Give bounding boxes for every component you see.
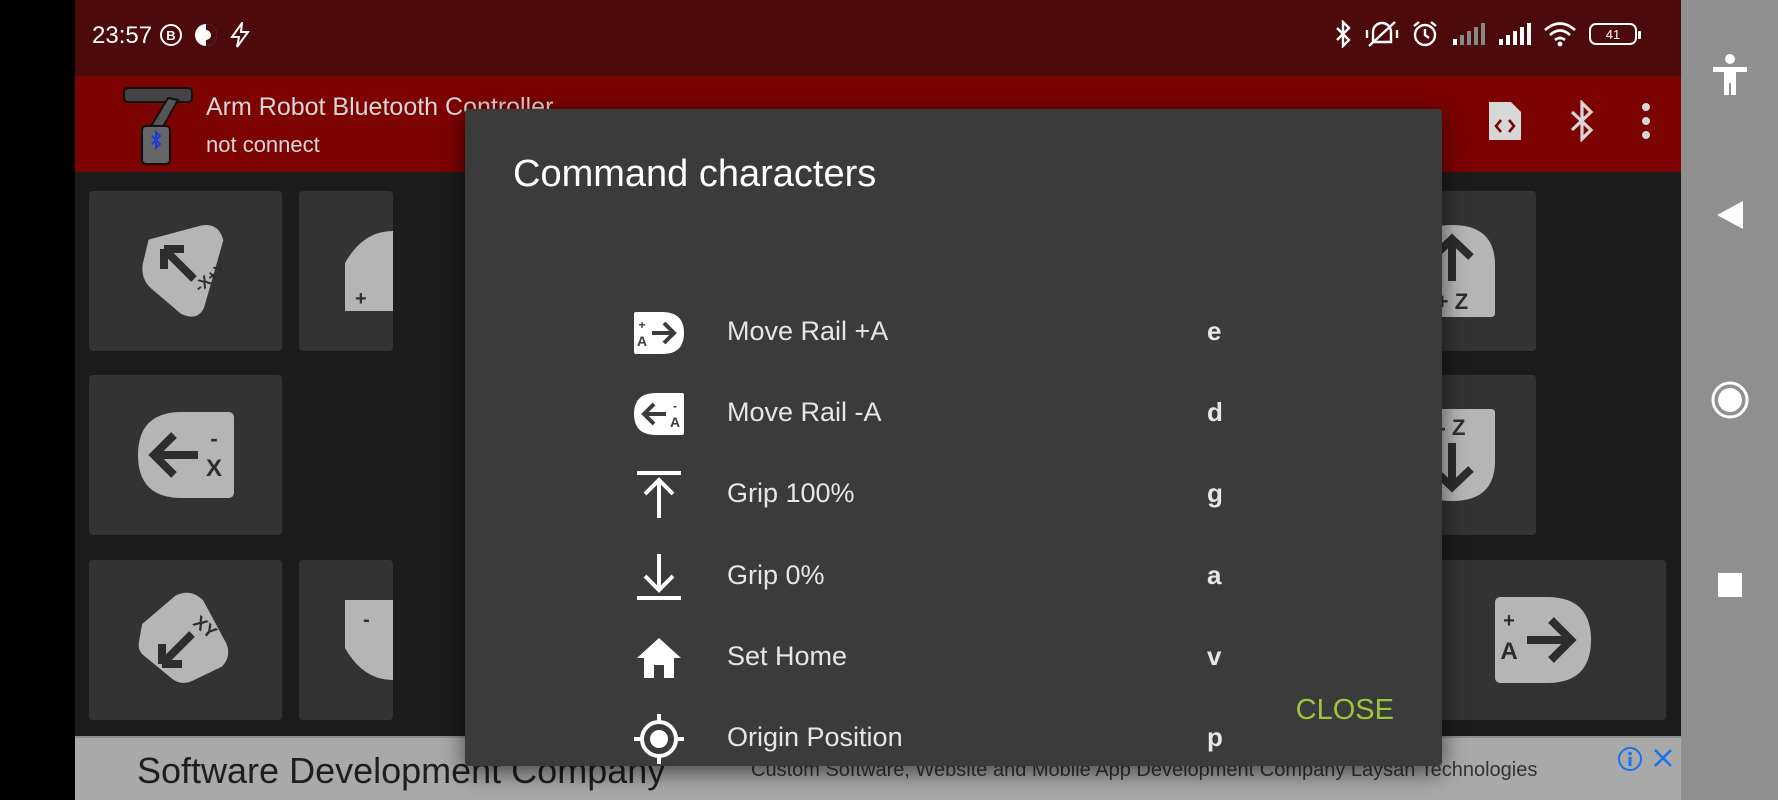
command-row: -A Move Rail -A d [465, 374, 1442, 454]
home-button[interactable] [1681, 365, 1778, 435]
pie-app-icon [195, 24, 217, 46]
partial-minus-label: - [363, 609, 370, 631]
command-char: d [1207, 397, 1223, 427]
arrow-up-icon-partial: + [345, 231, 393, 311]
arrow-down-icon-partial: - [345, 600, 393, 680]
move-up-button-partial[interactable]: + [299, 191, 393, 351]
accessibility-icon [1712, 54, 1747, 95]
svg-text:A: A [637, 333, 647, 349]
command-char: v [1207, 641, 1222, 671]
status-right-icons: 41 [1333, 20, 1641, 48]
grip-open-icon [629, 465, 689, 525]
battery-indicator: 41 [1589, 23, 1641, 45]
overflow-menu-icon[interactable] [1641, 101, 1651, 141]
recents-button[interactable] [1681, 550, 1778, 620]
signal-weak-icon [1453, 23, 1485, 45]
command-char: p [1207, 722, 1223, 752]
svg-text:-: - [673, 399, 677, 413]
arrow-up-left-icon: -X+Y [141, 225, 230, 317]
command-label: Move Rail -A [727, 397, 882, 427]
move-rail-minus-icon: -A [629, 384, 689, 444]
move-down-left-button[interactable]: XY [89, 560, 282, 720]
ad-controls [1617, 746, 1675, 772]
bluetooth-status-icon [1336, 20, 1351, 48]
rail-plus-axis: A [1500, 638, 1517, 665]
command-label: Origin Position [727, 722, 903, 752]
command-char: a [1207, 560, 1222, 590]
back-triangle-icon [1716, 201, 1743, 229]
recents-square-icon [1717, 573, 1742, 597]
app-screen: 23:57 B 41 Arm Robot Bluetooth Controlle… [75, 0, 1681, 800]
app-bar-actions [1487, 100, 1651, 142]
status-left-icons: B [159, 22, 251, 48]
connection-status: not connect [206, 132, 320, 157]
move-rail-plus-a-button[interactable]: + A [1420, 560, 1666, 720]
left-x-sign: - [210, 426, 217, 451]
signal-full-icon [1499, 23, 1531, 45]
command-row: Grip 0% a [465, 537, 1442, 617]
muted-vibrate-icon [1365, 21, 1399, 47]
wifi-icon [1544, 22, 1576, 47]
grip-close-icon [629, 547, 689, 607]
move-left-x-button[interactable]: - X [89, 375, 282, 535]
command-char: e [1207, 316, 1222, 346]
rail-plus-a-icon: + A [1495, 597, 1591, 683]
command-label: Grip 100% [727, 478, 855, 508]
home-icon [629, 628, 689, 688]
arrow-left-x-icon: - X [137, 412, 234, 498]
command-row: Grip 100% g [465, 455, 1442, 535]
rail-plus-sign: + [1503, 610, 1515, 632]
close-button[interactable]: CLOSE [1296, 694, 1394, 727]
home-circle-icon [1711, 381, 1748, 419]
command-row: + A Move Rail +A e [465, 293, 1442, 373]
ad-info-icon[interactable] [1617, 746, 1643, 772]
command-row: Set Home v [465, 618, 1442, 698]
system-nav-bar [1681, 0, 1778, 800]
b-badge-icon: B [160, 24, 182, 46]
move-rail-plus-icon: + A [629, 303, 689, 363]
down-z-label: - Z [1439, 415, 1466, 440]
back-button[interactable] [1681, 180, 1778, 250]
svg-text:+: + [638, 318, 645, 332]
command-label: Grip 0% [727, 560, 825, 590]
code-file-icon[interactable] [1487, 100, 1523, 142]
status-time: 23:57 [92, 22, 153, 49]
dialog-title: Command characters [513, 153, 877, 195]
arrow-down-left-icon: XY [138, 592, 228, 683]
move-down-button-partial[interactable]: - [299, 560, 393, 720]
left-x-axis: X [205, 455, 221, 482]
battery-level: 41 [1605, 26, 1621, 42]
svg-text:A: A [670, 414, 680, 430]
accessibility-button[interactable] [1681, 40, 1778, 110]
robot-arm-logo [123, 87, 193, 165]
command-char: g [1207, 478, 1223, 508]
ad-close-icon[interactable] [1651, 746, 1675, 770]
command-label: Move Rail +A [727, 316, 889, 346]
svg-text:B: B [166, 28, 175, 43]
command-label: Set Home [727, 641, 848, 671]
origin-target-icon [629, 709, 689, 769]
flash-icon [230, 22, 250, 48]
move-up-left-button[interactable]: -X+Y [89, 191, 282, 351]
partial-plus-label: + [355, 288, 367, 310]
alarm-icon [1413, 21, 1437, 47]
command-characters-dialog: Command characters + A Move Rail +A e -A … [465, 109, 1442, 766]
bluetooth-connect-icon[interactable] [1567, 100, 1597, 142]
status-bar: 23:57 B 41 [75, 0, 1681, 76]
